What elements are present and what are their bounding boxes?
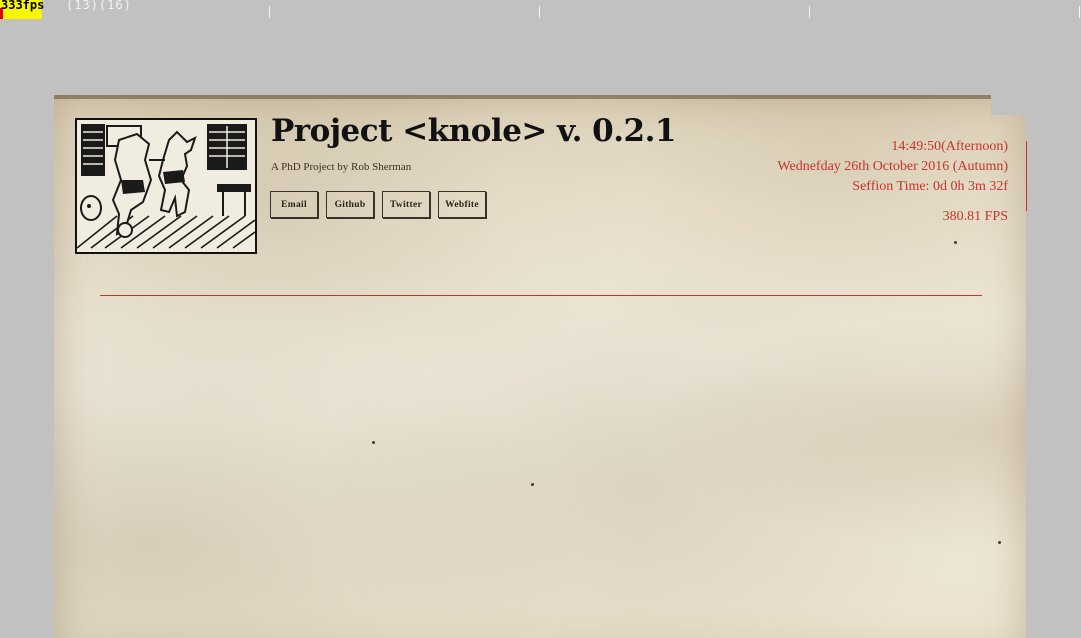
clock-time: 14:49:50(Afternoon) [891,139,1008,154]
meter-tick [539,6,540,18]
email-button[interactable]: Email [270,191,318,218]
page-title: Project <knole> v. 0.2.1 [271,113,676,149]
parchment-page: Project <knole> v. 0.2.1 A PhD Project b… [54,95,1027,638]
header-divider [100,295,982,296]
twitter-button[interactable]: Twitter [382,191,430,218]
session-time: Seffion Time: 0d 0h 3m 32f [852,179,1008,194]
draw-call-counts: (13)(16) [66,0,132,12]
parchment-speck [531,483,534,486]
website-button[interactable]: Webfite [438,191,486,218]
status-panel: 14:49:50(Afternoon) Wednefday 26th Octob… [777,137,1008,227]
parchment-speck [998,541,1001,544]
fps-readout: 333fps [1,0,45,12]
parchment-torn-corner [991,95,1027,115]
page-subtitle: A PhD Project by Rob Sherman [271,161,412,173]
app-viewport: 333fps (13)(16) Project <knole> v. 0.2.1… [0,0,1081,638]
meter-tick [1079,6,1080,18]
github-button[interactable]: Github [326,191,374,218]
woodcut-illustration-icon [75,118,257,254]
meter-tick [809,6,810,18]
parchment-speck [954,241,957,244]
meter-tick [269,6,270,18]
parchment-speck [372,441,375,444]
parchment-edge [54,95,992,99]
fps-meter: 333fps (13)(16) [0,0,270,20]
clock-date: Wednefday 26th October 2016 (Autumn) [777,159,1008,174]
fps-counter: 380.81 FPS [942,209,1008,224]
link-bar: Email Github Twitter Webfite [270,191,486,218]
status-rule [1026,141,1027,211]
